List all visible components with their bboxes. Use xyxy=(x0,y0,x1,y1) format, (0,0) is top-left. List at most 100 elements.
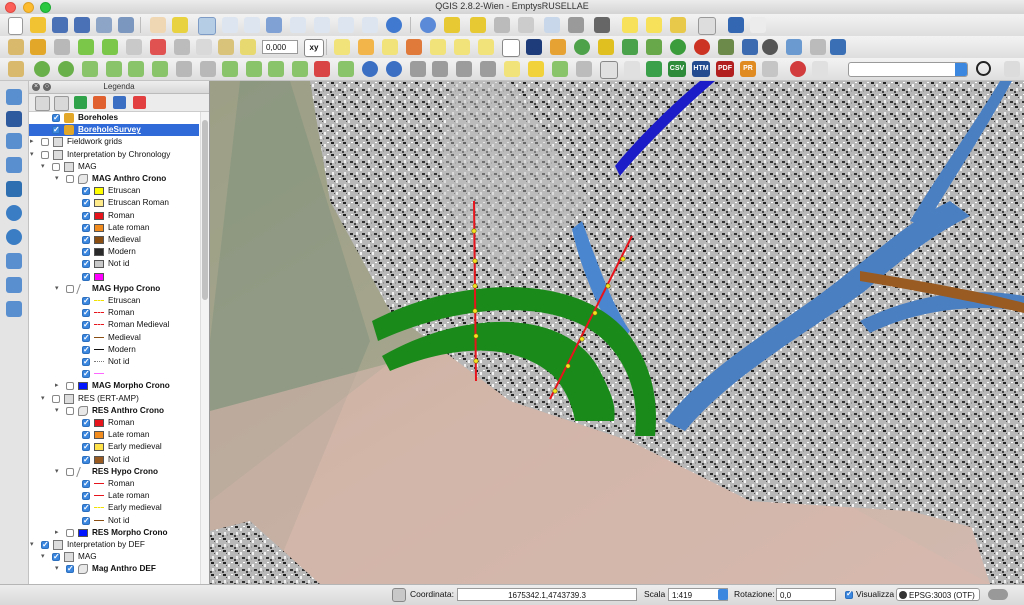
add-oracle-icon[interactable] xyxy=(694,39,710,55)
legend-class[interactable]: Modern xyxy=(29,344,199,356)
visibility-checkbox[interactable] xyxy=(66,563,74,575)
legend-class[interactable]: Roman xyxy=(29,307,199,319)
legend-class[interactable]: Etruscan xyxy=(29,185,199,197)
legend-class[interactable]: Early medieval xyxy=(29,441,199,453)
node-tool-icon[interactable] xyxy=(126,39,142,55)
rotate-label-icon[interactable] xyxy=(454,39,470,55)
visibility-checkbox[interactable] xyxy=(82,502,90,514)
add-virtual-layer-icon[interactable] xyxy=(742,39,758,55)
legend-layer-mag-morpho-crono[interactable]: ▸ MAG Morpho Crono xyxy=(29,380,199,392)
visibility-checkbox[interactable] xyxy=(82,197,90,209)
measure-icon[interactable] xyxy=(518,17,534,33)
visibility-checkbox[interactable] xyxy=(66,284,74,293)
legend-group-fieldwork-grids[interactable]: ▸ Fieldwork grids xyxy=(29,136,199,148)
add-delimited-text-icon[interactable] xyxy=(502,39,520,57)
add-raster-icon[interactable] xyxy=(622,39,638,55)
locator-search-input[interactable] xyxy=(848,62,968,77)
plugin-bug-icon[interactable] xyxy=(790,61,806,77)
visibility-checkbox[interactable] xyxy=(66,528,74,537)
globe-icon[interactable] xyxy=(762,39,778,55)
legend-layer-res-hypo-crono[interactable]: ▾ RES Hypo Crono xyxy=(29,466,199,478)
points-icon[interactable] xyxy=(504,61,520,77)
legend-class[interactable]: Not id xyxy=(29,258,199,270)
legend-class[interactable] xyxy=(29,368,199,380)
rotate-feature-icon[interactable] xyxy=(386,61,402,77)
expand-arrow-icon[interactable]: ▾ xyxy=(30,539,38,551)
legend-group-mag[interactable]: ▾ MAG xyxy=(29,161,199,173)
whats-this-icon[interactable] xyxy=(750,17,766,33)
filter-legend-icon[interactable] xyxy=(74,96,87,109)
legend-class[interactable]: Late roman xyxy=(29,429,199,441)
coordinate-toggle-icon[interactable] xyxy=(392,588,406,602)
visibility-checkbox[interactable] xyxy=(82,356,90,368)
visibility-checkbox[interactable] xyxy=(82,441,90,453)
intersect-icon[interactable] xyxy=(432,61,448,77)
export-pr-icon[interactable]: PR xyxy=(740,61,756,77)
rotate-point-symbols-icon[interactable] xyxy=(362,61,378,77)
paste-features-icon[interactable] xyxy=(218,39,234,55)
legend-class[interactable]: Etruscan Roman xyxy=(29,197,199,209)
visibility-checkbox[interactable] xyxy=(82,515,90,527)
redo-icon[interactable] xyxy=(58,61,74,77)
python-console-icon[interactable] xyxy=(830,39,846,55)
legend-class[interactable]: Etruscan xyxy=(29,295,199,307)
expand-arrow-icon[interactable]: ▾ xyxy=(55,563,63,575)
visibility-checkbox[interactable] xyxy=(82,332,90,344)
plugin-grey-icon[interactable] xyxy=(762,61,778,77)
add-mssql-layer-icon[interactable] xyxy=(6,181,22,197)
merge-selected-icon[interactable] xyxy=(314,61,330,77)
legend-scrollbar[interactable] xyxy=(200,112,209,584)
toolbar-overflow-icon[interactable] xyxy=(1004,61,1020,77)
export-csv-icon[interactable]: CSV xyxy=(668,61,686,77)
deselect-features-icon[interactable] xyxy=(470,17,486,33)
legend-class[interactable]: Late roman xyxy=(29,222,199,234)
add-spatialite-layer-icon[interactable] xyxy=(6,157,22,173)
legend-layer-mag-anthro-def[interactable]: ▾ Mag Anthro DEF xyxy=(29,563,199,575)
expand-all-icon[interactable] xyxy=(93,96,106,109)
expand-arrow-icon[interactable]: ▾ xyxy=(41,393,49,405)
export-pdf-icon[interactable]: PDF xyxy=(716,61,734,77)
split-parts-icon[interactable] xyxy=(292,61,308,77)
expand-arrow-icon[interactable]: ▾ xyxy=(55,405,63,417)
current-edits-icon[interactable] xyxy=(8,39,24,55)
plugin-green-icon[interactable] xyxy=(646,61,662,77)
new-bookmark-icon[interactable] xyxy=(670,17,686,33)
move-feature-icon[interactable] xyxy=(102,39,118,55)
extend-icon[interactable] xyxy=(480,61,496,77)
add-spatialite-icon[interactable] xyxy=(598,39,614,55)
zoom-native-icon[interactable] xyxy=(244,17,260,33)
visibility-checkbox[interactable] xyxy=(82,234,90,246)
field-calculator-icon[interactable] xyxy=(494,17,510,33)
visibility-checkbox[interactable] xyxy=(82,295,90,307)
legend-layer-mag-hypo-crono[interactable]: ▾ MAG Hypo Crono xyxy=(29,283,199,295)
simplify-feature-icon[interactable] xyxy=(82,61,98,77)
zoom-to-selection-icon[interactable] xyxy=(290,17,306,33)
expand-arrow-icon[interactable]: ▾ xyxy=(55,466,63,478)
expand-arrow-icon[interactable]: ▾ xyxy=(30,149,38,161)
save-as-icon[interactable] xyxy=(74,17,90,33)
split-features-icon[interactable] xyxy=(268,61,284,77)
export-htm-icon[interactable]: HTM xyxy=(692,61,710,77)
expand-arrow-icon[interactable]: ▾ xyxy=(41,551,49,563)
zoom-to-layer-icon[interactable] xyxy=(314,17,330,33)
search-icon[interactable] xyxy=(976,61,991,76)
plugin-check-icon[interactable] xyxy=(812,61,828,77)
reshape-features-icon[interactable] xyxy=(222,61,238,77)
scrollbar-thumb[interactable] xyxy=(202,120,208,300)
new-print-composer-icon[interactable] xyxy=(96,17,112,33)
legend-layer-boreholes[interactable]: Boreholes xyxy=(29,112,199,124)
statistics-icon[interactable] xyxy=(568,17,584,33)
add-wfs-layer-icon[interactable] xyxy=(574,39,590,55)
visibility-checkbox[interactable] xyxy=(41,138,49,147)
legend-class[interactable]: Not id xyxy=(29,356,199,368)
legend-layer-res-morpho-crono[interactable]: ▸ RES Morpho Crono xyxy=(29,527,199,539)
map-image[interactable] xyxy=(210,81,1024,584)
visibility-checkbox[interactable] xyxy=(82,344,90,356)
crs-button[interactable]: EPSG:3003 (OTF) xyxy=(896,588,980,601)
add-wms-layer-icon[interactable] xyxy=(526,39,542,55)
legend-class[interactable]: Not id xyxy=(29,454,199,466)
identify-features-icon[interactable] xyxy=(420,17,436,33)
visibility-checkbox[interactable] xyxy=(52,124,60,136)
bookmarks-icon[interactable] xyxy=(594,17,610,33)
expand-arrow-icon[interactable]: ▾ xyxy=(55,173,63,185)
